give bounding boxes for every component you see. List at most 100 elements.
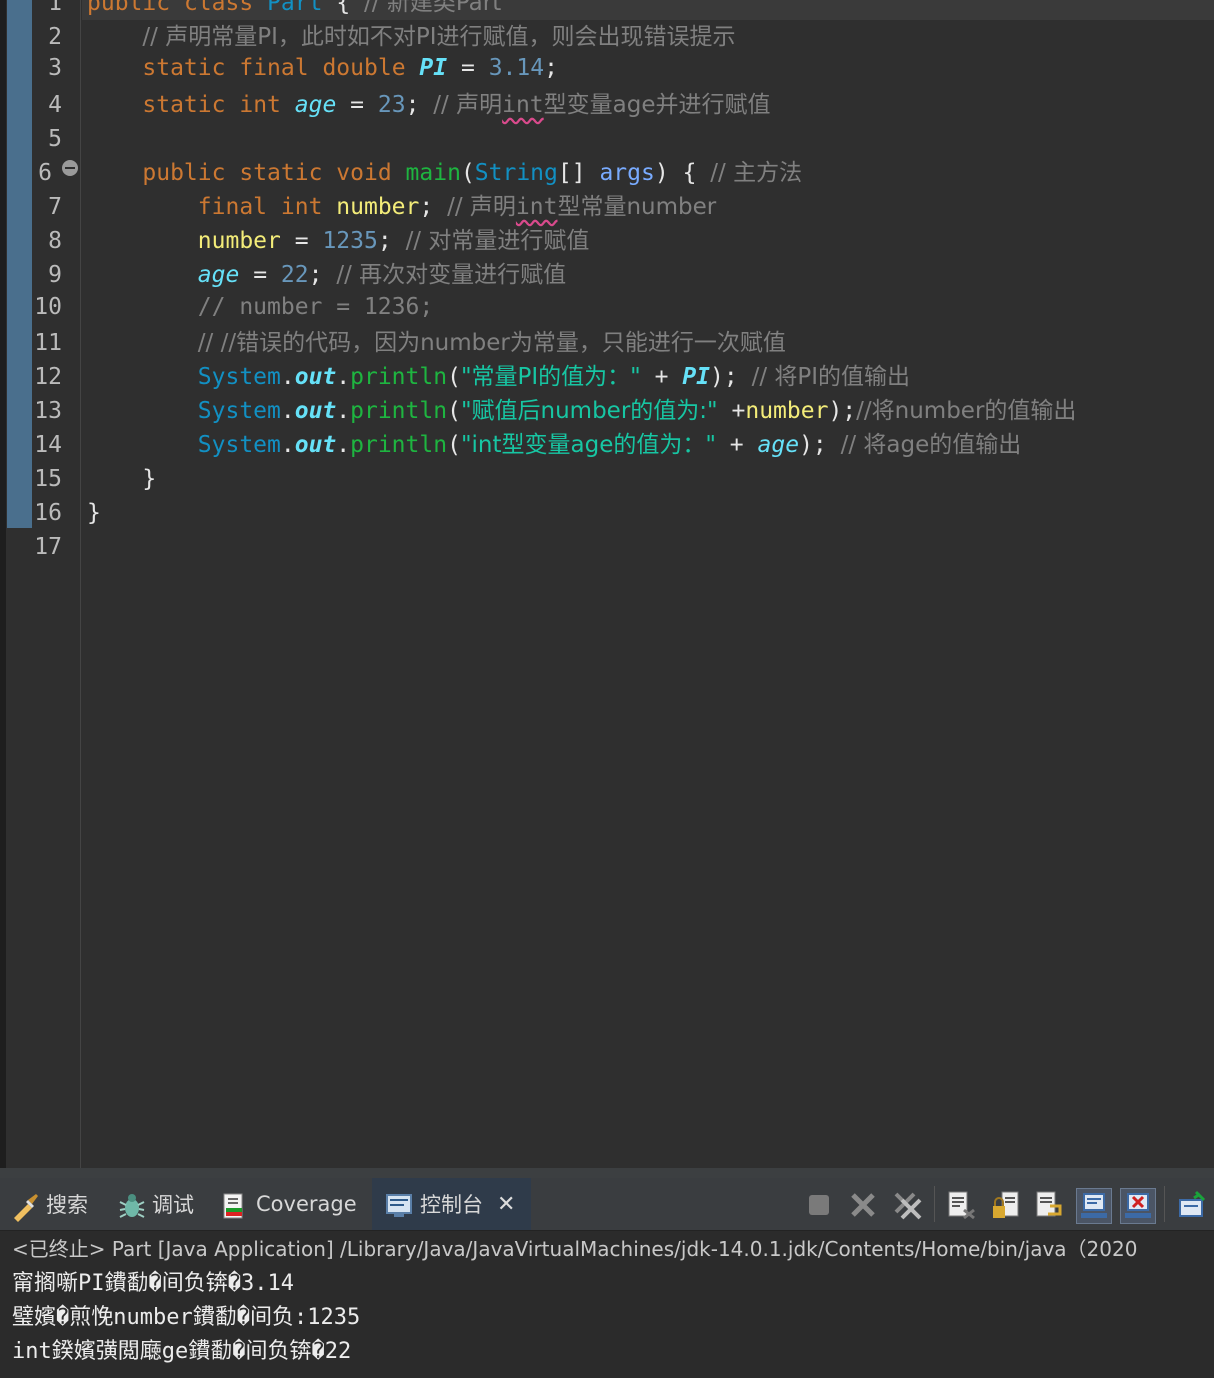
- tab-label: 调试: [152, 1193, 194, 1217]
- tab-coverage[interactable]: Coverage: [220, 1178, 357, 1230]
- parameter: args: [599, 160, 655, 186]
- remove-all-terminated-icon[interactable]: [890, 1188, 924, 1222]
- show-on-stderr-icon[interactable]: [1120, 1188, 1156, 1224]
- semicolon: ;: [405, 92, 420, 118]
- number-literal: 3.14: [488, 55, 545, 81]
- local-variable: number: [197, 228, 281, 254]
- paren: );: [799, 432, 827, 458]
- code-line-9[interactable]: 9 age = 22; // 再次对变量进行赋值: [0, 258, 1214, 292]
- code-line-4[interactable]: 4 static int age = 23; // 声明int型变量age并进行…: [0, 88, 1214, 122]
- panel-sash[interactable]: [0, 1168, 1214, 1178]
- console-output-line: 璧嬪�煎悗number鐨勫�间负:1235: [12, 1305, 361, 1330]
- code-line-17[interactable]: 17: [0, 530, 1214, 564]
- code-line-10[interactable]: 10 // number = 1236;: [0, 290, 1214, 324]
- tab-search[interactable]: 搜索: [10, 1178, 88, 1230]
- line-number: 16: [34, 500, 62, 526]
- operator: =: [294, 228, 309, 254]
- code-line-15[interactable]: 15 }: [0, 462, 1214, 496]
- word-wrap-icon[interactable]: [1032, 1188, 1066, 1222]
- show-on-stdout-icon[interactable]: [1076, 1188, 1112, 1224]
- code-line-2[interactable]: 2 // 声明常量PI，此时如不对PI进行赋值，则会出现错误提示: [0, 20, 1214, 54]
- dot: .: [336, 432, 351, 458]
- local-variable: number: [745, 398, 829, 424]
- keyword: int: [239, 92, 281, 118]
- brace: }: [142, 466, 157, 492]
- keyword: public: [87, 0, 171, 16]
- line-number: 8: [48, 228, 62, 254]
- comment: // 将age的值输出: [840, 432, 1022, 458]
- comment: 型常量number: [557, 194, 717, 220]
- semicolon: ;: [419, 194, 434, 220]
- code-line-13[interactable]: 13 System.out.println("赋值后number的值为:" +n…: [0, 394, 1214, 428]
- comment: // //错误的代码，因为number为常量，只能进行一次赋值: [197, 330, 786, 356]
- comment: // 将PI的值输出: [751, 364, 911, 390]
- console-process-label: <已终止> Part [Java Application] /Library/J…: [12, 1237, 1138, 1261]
- code-line-3[interactable]: 3 static final double PI = 3.14;: [0, 51, 1214, 85]
- spelling-warning: int: [515, 194, 558, 220]
- line-number: 10: [34, 294, 62, 320]
- brace: {: [682, 160, 697, 186]
- comment: // number = 1236;: [197, 294, 434, 320]
- static-field: out: [294, 364, 337, 390]
- semicolon: ;: [308, 262, 323, 288]
- line-number: 12: [34, 364, 62, 390]
- method-call: println: [350, 432, 448, 458]
- code-line-1[interactable]: 1 public class Part { // 新建类Part: [0, 0, 1214, 20]
- line-number: 6: [38, 160, 52, 186]
- comment: // 对常量进行赋值: [405, 228, 590, 254]
- line-number: 11: [34, 330, 62, 356]
- code-line-5[interactable]: 5: [0, 122, 1214, 156]
- paren: );: [828, 398, 857, 424]
- operator: =: [350, 92, 365, 118]
- paren: (: [447, 398, 461, 424]
- tab-console[interactable]: 控制台 ✕: [372, 1178, 532, 1230]
- console-view[interactable]: <已终止> Part [Java Application] /Library/J…: [0, 1231, 1214, 1378]
- remove-launch-icon[interactable]: [846, 1188, 880, 1222]
- line-number: 4: [48, 92, 62, 118]
- paren: );: [710, 364, 738, 390]
- static-field: out: [294, 432, 337, 458]
- line-number: 9: [48, 262, 62, 288]
- comment: //将number的值输出: [856, 398, 1077, 424]
- console-output-line: int鍨嬪彉閲廰ge鐨勫�间负锛�22: [12, 1339, 352, 1364]
- code-line-11[interactable]: 11 // //错误的代码，因为number为常量，只能进行一次赋值: [0, 326, 1214, 360]
- line-number: 3: [48, 55, 62, 81]
- spelling-warning: int: [502, 92, 544, 118]
- line-number: 15: [34, 466, 62, 492]
- code-line-14[interactable]: 14 System.out.println("int型变量age的值为：" + …: [0, 428, 1214, 462]
- comment: // 声明: [433, 92, 503, 118]
- keyword: double: [322, 55, 406, 81]
- code-line-8[interactable]: 8 number = 1235; // 对常量进行赋值: [0, 224, 1214, 258]
- fold-collapse-icon[interactable]: [62, 160, 78, 176]
- line-number: 17: [34, 534, 62, 560]
- line-number: 14: [34, 432, 62, 458]
- code-editor[interactable]: 1 public class Part { // 新建类Part 2 // 声明…: [0, 0, 1214, 1168]
- code-line-12[interactable]: 12 System.out.println("常量PI的值为：" + PI); …: [0, 360, 1214, 394]
- keyword: static: [239, 160, 323, 186]
- comment: // 声明: [447, 194, 516, 220]
- dot: .: [336, 398, 351, 424]
- search-flashlight-icon: [10, 1190, 38, 1222]
- class-name: System: [197, 398, 281, 424]
- code-line-6[interactable]: 6 public static void main(String[] args)…: [0, 156, 1214, 190]
- terminate-icon[interactable]: [802, 1188, 836, 1222]
- number-literal: 1235: [322, 228, 378, 254]
- clear-console-icon[interactable]: [944, 1188, 978, 1222]
- tab-debug[interactable]: 调试: [116, 1178, 194, 1230]
- comment: // 新建类Part: [364, 0, 502, 16]
- number-literal: 23: [377, 92, 406, 118]
- line-number: 1: [48, 0, 62, 16]
- tab-label: 控制台: [420, 1193, 483, 1217]
- tab-label: Coverage: [256, 1192, 357, 1216]
- operator: +: [654, 364, 669, 390]
- static-field: out: [294, 398, 337, 424]
- code-line-16[interactable]: 16 }: [0, 496, 1214, 530]
- paren: (: [447, 364, 461, 390]
- pin-console-icon[interactable]: [1174, 1188, 1208, 1222]
- code-line-7[interactable]: 7 final int number; // 声明int型常量number: [0, 190, 1214, 224]
- line-number: 5: [48, 126, 62, 152]
- tab-label: 搜索: [46, 1193, 88, 1217]
- semicolon: ;: [544, 55, 558, 81]
- close-tab-icon[interactable]: ✕: [497, 1192, 515, 1217]
- scroll-lock-icon[interactable]: [988, 1188, 1022, 1222]
